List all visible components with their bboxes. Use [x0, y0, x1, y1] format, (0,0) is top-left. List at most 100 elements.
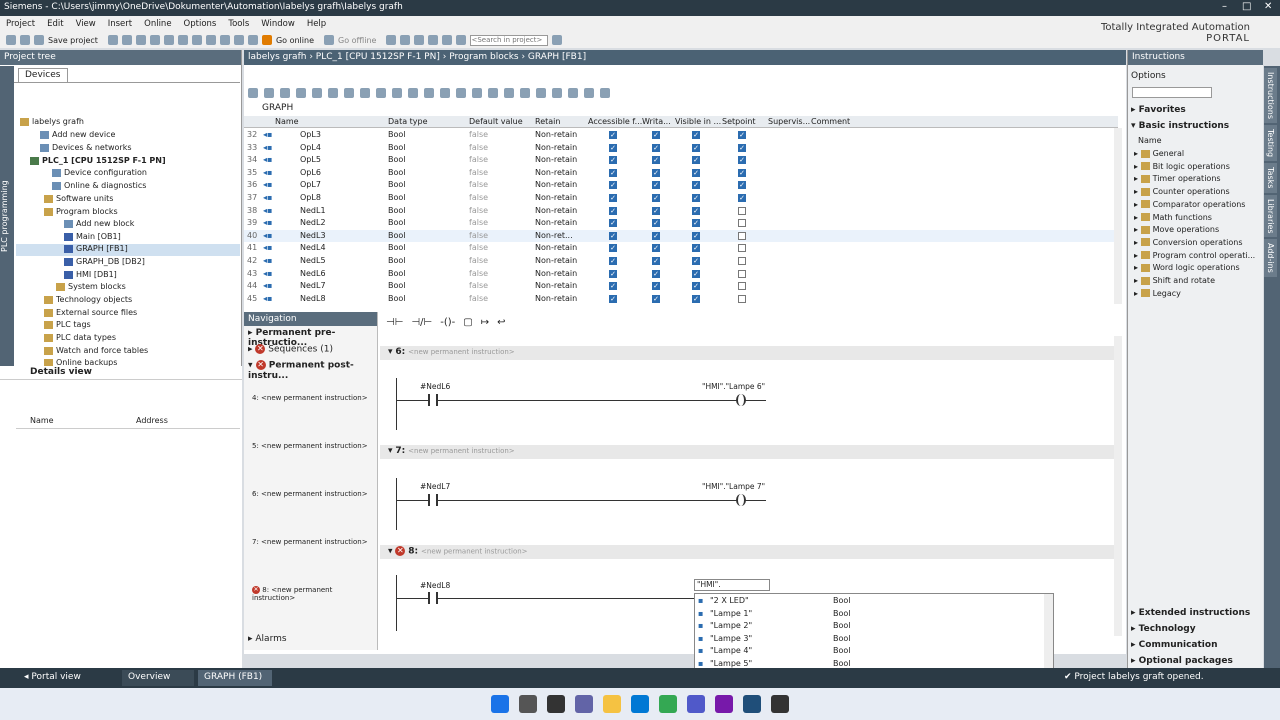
- visible-checkbox[interactable]: ✓: [692, 181, 700, 190]
- tag-default-value[interactable]: false: [469, 243, 488, 252]
- table-row[interactable]: 33 ◂▪ OpL4 Bool false Non-retain ✓ ✓ ✓ ✓: [244, 142, 1118, 155]
- accessible-checkbox[interactable]: ✓: [609, 282, 617, 291]
- tag-default-value[interactable]: false: [469, 180, 488, 189]
- table-row[interactable]: 44 ◂▪ NedL7 Bool false Non-retain ✓ ✓ ✓: [244, 280, 1118, 293]
- editor-tool-icon[interactable]: [408, 88, 418, 98]
- teams-icon[interactable]: [687, 695, 705, 713]
- instruction-folder[interactable]: ▸ Comparator operations: [1134, 200, 1245, 209]
- tag-data-type[interactable]: Bool: [388, 269, 406, 278]
- accessible-checkbox[interactable]: ✓: [609, 156, 617, 165]
- setpoint-checkbox[interactable]: [738, 269, 746, 278]
- tag-default-value[interactable]: false: [469, 294, 488, 303]
- col-visible[interactable]: Visible in ...: [675, 117, 721, 126]
- accessible-checkbox[interactable]: ✓: [609, 244, 617, 253]
- editor-tool-icon[interactable]: [440, 88, 450, 98]
- nav-sequences[interactable]: ▸ ✕ Sequences (1): [248, 344, 333, 355]
- search-project-input[interactable]: [470, 34, 549, 46]
- editor-tool-icon[interactable]: [280, 88, 290, 98]
- tag-default-value[interactable]: false: [469, 193, 488, 202]
- tag-data-type[interactable]: Bool: [388, 243, 406, 252]
- tag-data-type[interactable]: Bool: [388, 256, 406, 265]
- editor-tool-icon[interactable]: [376, 88, 386, 98]
- table-row[interactable]: 38 ◂▪ NedL1 Bool false Non-retain ✓ ✓ ✓: [244, 205, 1118, 218]
- nav-thumb-7[interactable]: 7: <new permanent instruction>: [252, 538, 368, 546]
- tag-name[interactable]: NedL3: [300, 231, 326, 240]
- table-row[interactable]: 35 ◂▪ OpL6 Bool false Non-retain ✓ ✓ ✓ ✓: [244, 167, 1118, 180]
- visible-checkbox[interactable]: ✓: [692, 206, 700, 215]
- tree-item-graph-selected[interactable]: GRAPH [FB1]: [16, 244, 240, 256]
- tag-default-value[interactable]: false: [469, 130, 488, 139]
- tag-data-type[interactable]: Bool: [388, 168, 406, 177]
- go-offline-button[interactable]: Go offline: [338, 36, 376, 45]
- tag-name[interactable]: OpL6: [300, 168, 321, 177]
- writable-checkbox[interactable]: ✓: [652, 206, 660, 215]
- download-icon[interactable]: [219, 35, 230, 45]
- contact-symbol[interactable]: [428, 494, 438, 506]
- tag-retain[interactable]: Non-retain: [535, 206, 577, 215]
- tag-name[interactable]: NedL5: [300, 256, 326, 265]
- tag-data-type[interactable]: Bool: [388, 130, 406, 139]
- editor-tool-icon[interactable]: [392, 88, 402, 98]
- stop-cpu-icon[interactable]: [414, 35, 425, 45]
- tag-name[interactable]: OpL4: [300, 143, 321, 152]
- table-row[interactable]: 32 ◂▪ OpL3 Bool false Non-retain ✓ ✓ ✓ ✓: [244, 129, 1118, 142]
- tag-data-type[interactable]: Bool: [388, 206, 406, 215]
- nav-thumb-6[interactable]: 6: <new permanent instruction>: [252, 490, 368, 498]
- instruction-folder[interactable]: ▸ Conversion operations: [1134, 238, 1243, 247]
- visible-checkbox[interactable]: ✓: [692, 168, 700, 177]
- accessible-checkbox[interactable]: ✓: [609, 143, 617, 152]
- dropdown-item[interactable]: ▪ "Lampe 3" Bool: [695, 633, 1053, 646]
- tag-retain[interactable]: Non-ret...: [535, 231, 573, 240]
- col-accessible[interactable]: Accessible f...: [588, 117, 642, 126]
- setpoint-checkbox[interactable]: [738, 257, 746, 265]
- tag-retain[interactable]: Non-retain: [535, 294, 577, 303]
- search-icon[interactable]: [552, 35, 563, 45]
- save-project-button[interactable]: Save project: [48, 36, 98, 45]
- visible-checkbox[interactable]: ✓: [692, 257, 700, 265]
- setpoint-checkbox[interactable]: [738, 206, 746, 215]
- instruction-folder[interactable]: ▸ Bit logic operations: [1134, 162, 1230, 171]
- favorites-section[interactable]: ▸ Favorites: [1131, 105, 1186, 115]
- instruction-folder[interactable]: ▸ Counter operations: [1134, 187, 1230, 196]
- maximize-button[interactable]: □: [1242, 1, 1251, 12]
- windows-start-icon[interactable]: [491, 695, 509, 713]
- save-icon[interactable]: [34, 35, 44, 45]
- table-row[interactable]: 36 ◂▪ OpL7 Bool false Non-retain ✓ ✓ ✓ ✓: [244, 179, 1118, 192]
- tree-item-online-diag[interactable]: Online & diagnostics: [52, 181, 146, 190]
- tag-default-value[interactable]: false: [469, 206, 488, 215]
- editor-tool-icon[interactable]: [584, 88, 594, 98]
- tree-item-plc-data-types[interactable]: PLC data types: [44, 333, 116, 342]
- nav-alarms[interactable]: ▸ Alarms: [248, 634, 287, 644]
- nav-post-instructions[interactable]: ▾ ✕ Permanent post-instru...: [248, 360, 377, 381]
- visible-checkbox[interactable]: ✓: [692, 131, 700, 139]
- breadcrumb-graph[interactable]: GRAPH [FB1]: [528, 52, 586, 62]
- copy-icon[interactable]: [135, 35, 146, 45]
- overview-tab[interactable]: Overview: [122, 670, 194, 686]
- breadcrumb-program-blocks[interactable]: Program blocks: [449, 52, 518, 62]
- sidetab-testing[interactable]: Testing: [1264, 124, 1277, 162]
- tree-item-hmi-db[interactable]: HMI [DB1]: [64, 270, 117, 279]
- options-select[interactable]: [1132, 87, 1212, 98]
- coil-operand-input[interactable]: "HMI".: [694, 579, 770, 591]
- tag-retain[interactable]: Non-retain: [535, 256, 577, 265]
- tag-name[interactable]: OpL3: [300, 130, 321, 139]
- setpoint-checkbox[interactable]: [738, 282, 746, 291]
- accessible-checkbox[interactable]: ✓: [609, 269, 617, 278]
- graph-editor-tab[interactable]: GRAPH (FB1): [198, 670, 272, 686]
- accessible-checkbox[interactable]: ✓: [609, 231, 617, 240]
- tag-retain[interactable]: Non-retain: [535, 168, 577, 177]
- minimize-button[interactable]: –: [1222, 1, 1227, 12]
- close-branch-icon[interactable]: ↩: [497, 317, 505, 328]
- search-icon[interactable]: [519, 695, 537, 713]
- split-horizontal-icon[interactable]: [442, 35, 453, 45]
- writable-checkbox[interactable]: ✓: [652, 131, 660, 139]
- editor-tool-icon[interactable]: [552, 88, 562, 98]
- table-row[interactable]: 45 ◂▪ NedL8 Bool false Non-retain ✓ ✓ ✓: [244, 293, 1118, 306]
- editor-tool-icon[interactable]: [472, 88, 482, 98]
- editor-tool-icon[interactable]: [600, 88, 610, 98]
- setpoint-checkbox[interactable]: ✓: [738, 143, 746, 152]
- redo-icon[interactable]: [191, 35, 202, 45]
- instruction-folder[interactable]: ▸ Math functions: [1134, 213, 1212, 222]
- writable-checkbox[interactable]: ✓: [652, 194, 660, 202]
- tag-data-type[interactable]: Bool: [388, 231, 406, 240]
